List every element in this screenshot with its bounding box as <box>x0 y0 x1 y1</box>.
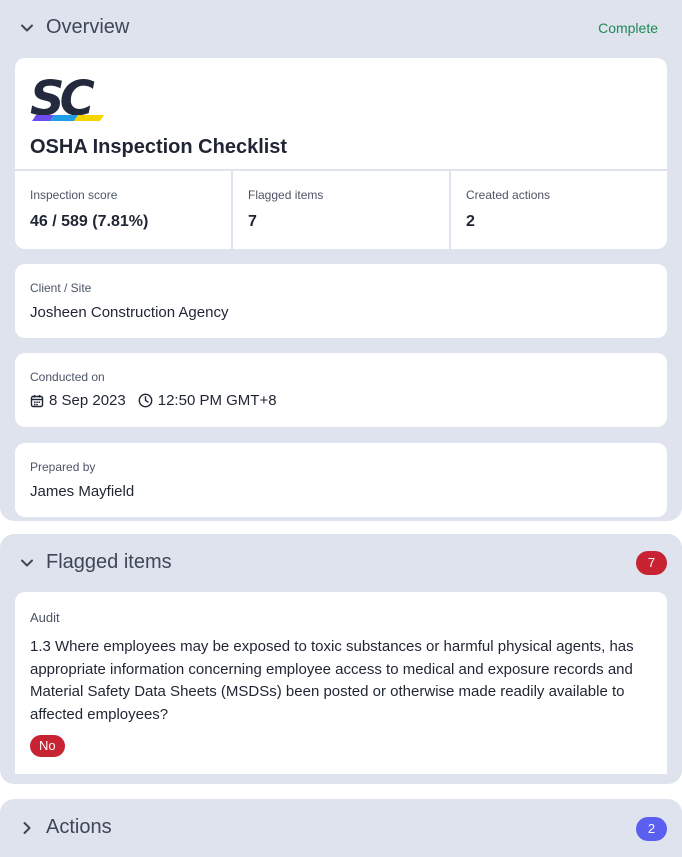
clock-icon <box>138 393 153 408</box>
inspection-score-card: Inspection score 46 / 589 (7.81%) <box>15 171 231 249</box>
overview-section: Overview Complete SC OSHA Inspection Che… <box>0 0 682 521</box>
flagged-item-question: 1.3 Where employees may be exposed to to… <box>30 638 634 723</box>
client-site-value: Josheen Construction Agency <box>30 304 229 321</box>
overview-title: Overview <box>46 16 130 38</box>
created-actions-label: Created actions <box>466 188 551 202</box>
inspection-score-value: 46 / 589 (7.81%) <box>30 213 149 230</box>
actions-title: Actions <box>46 816 112 838</box>
prepared-by-card: Prepared by James Mayfield <box>15 443 667 517</box>
conducted-on-label: Conducted on <box>30 370 105 384</box>
client-site-label: Client / Site <box>30 281 92 295</box>
chevron-down-icon[interactable] <box>20 556 34 570</box>
flagged-item-card[interactable]: Audit 1.3 Where employees may be exposed… <box>15 592 667 774</box>
document-title: OSHA Inspection Checklist <box>30 136 288 158</box>
calendar-icon <box>30 394 44 407</box>
conducted-datetime: 8 Sep 2023 12:50 PM GMT+8 <box>30 392 277 409</box>
status-badge: Complete <box>598 20 658 36</box>
flagged-count-badge: 7 <box>636 551 667 575</box>
flagged-items-section: Flagged items 7 Audit 1.3 Where employee… <box>0 534 682 784</box>
title-card: SC OSHA Inspection Checklist <box>15 58 667 169</box>
flagged-items-card[interactable]: Flagged items 7 <box>233 171 449 249</box>
prepared-by-value: James Mayfield <box>30 483 135 500</box>
overview-header[interactable]: Overview Complete <box>0 0 682 56</box>
conducted-time: 12:50 PM GMT+8 <box>157 392 277 409</box>
actions-section: Actions 2 <box>0 799 682 857</box>
conducted-on-card: Conducted on 8 Sep 2023 12:50 PM GMT+8 <box>15 353 667 427</box>
sc-logo: SC <box>30 71 104 127</box>
answer-badge: No <box>30 735 65 757</box>
actions-header[interactable]: Actions 2 <box>0 799 682 855</box>
flagged-items-header[interactable]: Flagged items 7 <box>0 534 682 590</box>
created-actions-card[interactable]: Created actions 2 <box>451 171 667 249</box>
flagged-items-label: Flagged items <box>248 188 324 202</box>
prepared-by-label: Prepared by <box>30 460 96 474</box>
flagged-items-value: 7 <box>248 213 257 230</box>
actions-count-badge: 2 <box>636 817 667 841</box>
created-actions-value: 2 <box>466 213 475 230</box>
flagged-item-category: Audit <box>30 610 60 625</box>
inspection-score-label: Inspection score <box>30 188 118 202</box>
flagged-items-title: Flagged items <box>46 551 172 573</box>
chevron-down-icon[interactable] <box>20 21 34 35</box>
client-site-card: Client / Site Josheen Construction Agenc… <box>15 264 667 338</box>
chevron-right-icon[interactable] <box>20 821 34 835</box>
conducted-date: 8 Sep 2023 <box>49 392 126 409</box>
